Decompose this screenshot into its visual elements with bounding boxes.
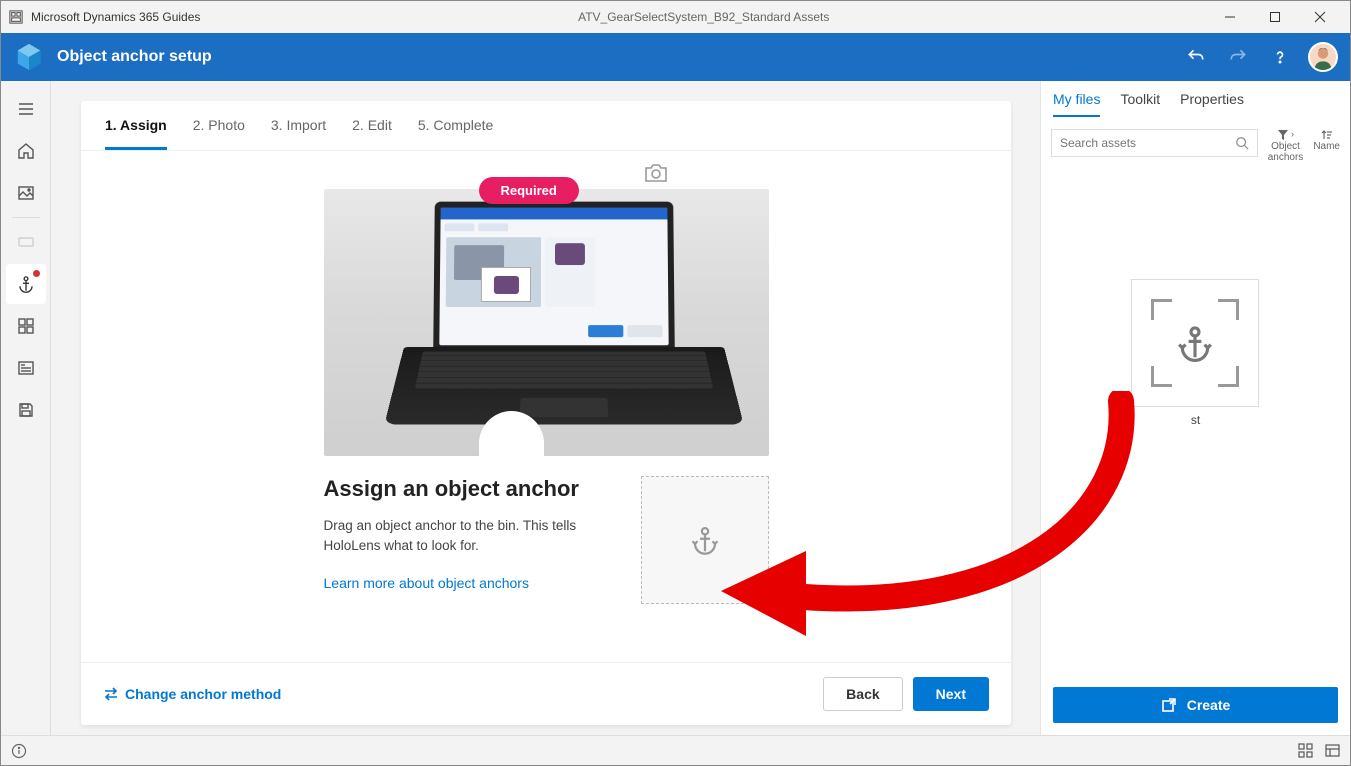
page-title: Object anchor setup	[57, 48, 1170, 66]
wizard-tab-complete[interactable]: 5. Complete	[418, 117, 493, 150]
main-content: 1. Assign 2. Photo 3. Import 2. Edit 5. …	[51, 81, 1040, 735]
create-button[interactable]: Create	[1053, 687, 1338, 723]
back-button[interactable]: Back	[823, 677, 902, 711]
rail-menu-button[interactable]	[6, 89, 46, 129]
redo-button[interactable]	[1224, 43, 1252, 71]
detail-view-button[interactable]	[1325, 743, 1340, 758]
wizard-tab-import[interactable]: 3. Import	[271, 117, 326, 150]
filter-icon	[1277, 129, 1289, 141]
rail-image-button[interactable]	[6, 173, 46, 213]
wizard-tabs: 1. Assign 2. Photo 3. Import 2. Edit 5. …	[81, 101, 1011, 151]
required-badge: Required	[479, 177, 579, 204]
wizard-description: Drag an object anchor to the bin. This t…	[324, 516, 591, 555]
create-icon	[1161, 697, 1177, 713]
grid-view-button[interactable]	[1298, 743, 1313, 758]
asset-tile[interactable]: st	[1131, 279, 1261, 675]
app-logo-icon	[13, 41, 45, 73]
rail-apps-button[interactable]	[6, 306, 46, 346]
search-icon	[1235, 136, 1249, 150]
next-button[interactable]: Next	[913, 677, 989, 711]
wizard-tab-edit[interactable]: 2. Edit	[352, 117, 392, 150]
right-panel-tabs: My files Toolkit Properties	[1041, 81, 1350, 117]
illustration-image	[324, 189, 769, 456]
header-bar: Object anchor setup	[1, 33, 1350, 81]
camera-icon	[644, 163, 668, 183]
learn-more-link[interactable]: Learn more about object anchors	[324, 575, 529, 591]
app-grid-icon	[9, 10, 23, 24]
wizard-heading: Assign an object anchor	[324, 476, 591, 502]
anchor-drop-bin[interactable]	[641, 476, 769, 604]
rp-tab-myfiles[interactable]: My files	[1053, 91, 1100, 117]
change-anchor-method-link[interactable]: Change anchor method	[103, 686, 281, 702]
change-anchor-method-label: Change anchor method	[125, 686, 281, 702]
asset-thumbnail	[1131, 279, 1259, 407]
wizard-tab-photo[interactable]: 2. Photo	[193, 117, 245, 150]
wizard-card: 1. Assign 2. Photo 3. Import 2. Edit 5. …	[81, 101, 1011, 725]
asset-label: st	[1131, 413, 1261, 427]
search-assets-field[interactable]	[1051, 129, 1258, 157]
user-avatar[interactable]	[1308, 42, 1338, 72]
help-button[interactable]	[1266, 43, 1294, 71]
filter-object-anchors-button[interactable]: › Object anchors	[1268, 129, 1304, 163]
right-panel: My files Toolkit Properties › Object anc…	[1040, 81, 1350, 735]
info-button[interactable]	[11, 743, 27, 759]
maximize-button[interactable]	[1252, 1, 1297, 33]
left-nav-rail	[1, 81, 51, 735]
document-name: ATV_GearSelectSystem_B92_Standard Assets	[200, 10, 1207, 24]
title-bar: Microsoft Dynamics 365 Guides ATV_GearSe…	[1, 1, 1350, 33]
app-name: Microsoft Dynamics 365 Guides	[31, 10, 200, 24]
rail-anchor-button[interactable]	[6, 264, 46, 304]
rail-form-button[interactable]	[6, 348, 46, 388]
rail-card-button[interactable]	[6, 222, 46, 262]
minimize-button[interactable]	[1207, 1, 1252, 33]
notification-dot-icon	[33, 270, 40, 277]
rail-save-button[interactable]	[6, 390, 46, 430]
swap-icon	[103, 686, 119, 702]
rp-tab-toolkit[interactable]: Toolkit	[1120, 91, 1160, 117]
anchor-icon	[1176, 324, 1214, 362]
sort-icon	[1321, 129, 1333, 141]
status-bar	[1, 735, 1350, 765]
rp-tab-properties[interactable]: Properties	[1180, 91, 1244, 117]
rail-home-button[interactable]	[6, 131, 46, 171]
create-button-label: Create	[1187, 697, 1231, 713]
sort-name-button[interactable]: Name	[1313, 129, 1340, 152]
search-input[interactable]	[1060, 136, 1235, 150]
undo-button[interactable]	[1182, 43, 1210, 71]
wizard-tab-assign[interactable]: 1. Assign	[105, 117, 167, 150]
close-button[interactable]	[1297, 1, 1342, 33]
